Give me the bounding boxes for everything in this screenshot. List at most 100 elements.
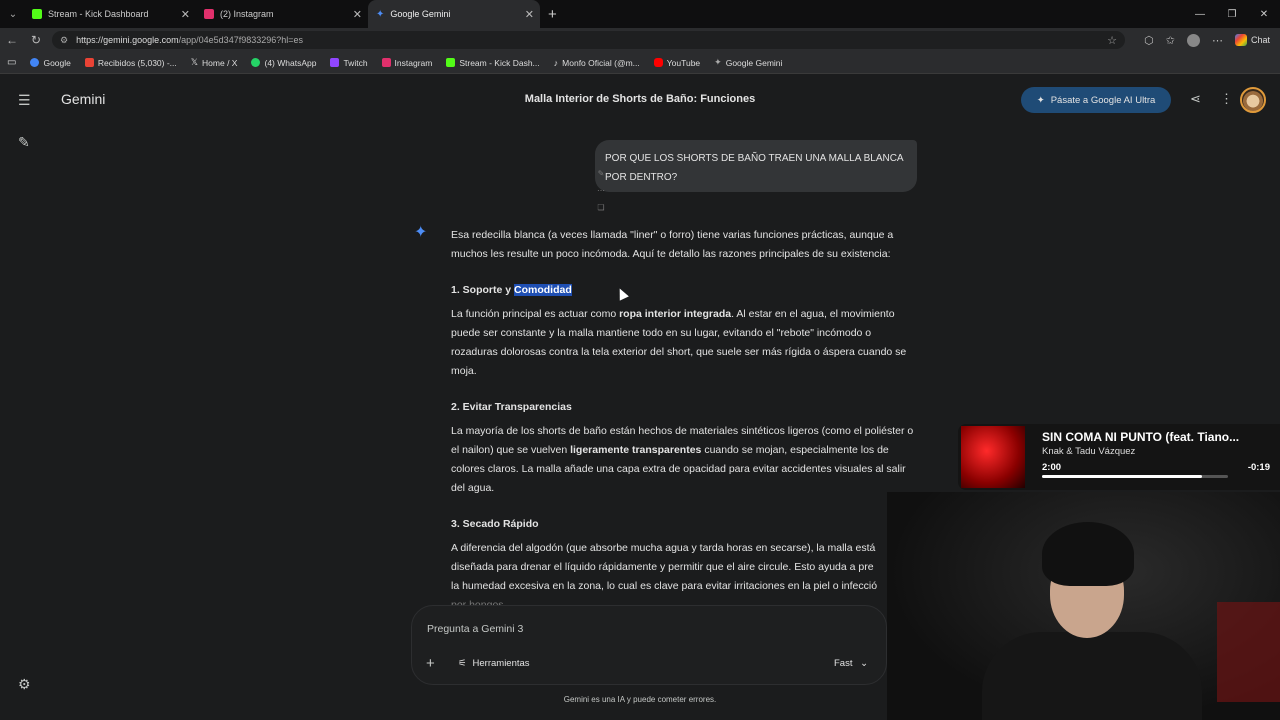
now-playing-overlay: SIN COMA NI PUNTO (feat. Tiano... Knak &… [958,424,1280,490]
new-chat-icon[interactable]: ✎ [18,134,30,151]
tab-label: (2) Instagram [220,9,274,19]
minimize-icon[interactable]: — [1184,0,1216,28]
bookmark-label: Google Gemini [725,57,783,68]
track-artist: Knak & Tadu Vázquez [1042,446,1136,457]
profile-icon[interactable] [1186,33,1200,47]
close-tab-icon[interactable]: ✕ [525,8,534,21]
settings-icon[interactable]: ⚙ [18,676,31,693]
url-field[interactable]: ⚙ https://gemini.google.com/app/04e5d347… [52,31,1125,49]
section-heading-2: 2. Evitar Transparencias [451,401,572,413]
prompt-input-box[interactable]: Pregunta a Gemini 3 + ⚟ Herramientas Fas… [411,605,887,685]
bookmark-gmail[interactable]: Recibidos (5,030) -... [78,58,184,68]
response-body: Esa redecilla blanca (a veces llamada "l… [451,226,915,615]
tools-icon: ⚟ [458,658,467,669]
para-text: la humedad excesiva en la zona, lo cual … [451,580,878,592]
gemini-spark-icon: ✦ [414,224,428,241]
kick-icon [446,58,456,67]
favorites-icon[interactable]: ✩ [1166,34,1175,47]
bookmark-label: Home / X [202,57,238,68]
bookmark-tiktok[interactable]: ♪ Monfo Oficial (@m... [547,58,647,68]
kick-icon [32,9,42,19]
spark-icon: ✦ [1036,94,1045,106]
bookmark-label: Recibidos (5,030) -... [97,57,177,68]
site-info-icon[interactable]: ⚙ [60,35,68,46]
url-host: https://gemini.google.com [76,35,179,45]
elapsed-time: 2:00 [1042,462,1062,473]
chat-button[interactable]: Chat [1234,34,1270,46]
section-heading-3: 3. Secado Rápido [451,518,539,530]
tiktok-icon: ♪ [553,57,559,68]
bookmark-twitch[interactable]: Twitch [323,58,374,68]
bookmark-google[interactable]: Google [23,58,77,68]
section-paragraph-1: La función principal es actuar como ropa… [451,305,915,381]
back-icon[interactable]: ← [0,33,24,47]
track-title: SIN COMA NI PUNTO (feat. Tiano... [1042,430,1240,444]
para-bold: ligeramente transparentes [570,444,702,456]
google-icon [30,58,40,67]
toolbar-right: ⬡ ✩ ⋯ Chat [1144,33,1270,47]
model-selector[interactable]: Fast ⌄ [834,658,868,669]
bookmark-gemini[interactable]: ✦ Google Gemini [707,57,789,68]
person-hair [1042,522,1134,586]
window-controls: — ❐ ✕ [1184,0,1280,28]
track-progress [1042,475,1228,478]
tools-label: Herramientas [472,658,530,669]
tools-button[interactable]: ⚟ Herramientas [458,658,530,669]
section-heading-1: 1. Soporte y Comodidad [451,281,915,300]
side-rail: ☰ ✎ ⚙ [0,75,52,720]
prompt-input[interactable]: Pregunta a Gemini 3 [427,623,523,635]
bookmarks-bar: ▭ Google Recibidos (5,030) -... 𝕏 Home / … [0,52,1280,74]
bookmark-youtube[interactable]: YouTube [647,58,707,68]
twitch-icon [330,58,340,67]
instagram-icon [381,58,391,67]
more-options-icon[interactable]: ⋯ [1212,34,1223,47]
bookmark-star-icon[interactable]: ☆ [1107,34,1117,47]
new-tab-icon[interactable]: + [548,6,557,23]
close-tab-icon[interactable]: ✕ [181,8,190,21]
response-intro: Esa redecilla blanca (a veces llamada "l… [451,229,894,260]
edit-icon[interactable]: ✎ [598,169,605,178]
close-window-icon[interactable]: ✕ [1248,0,1280,28]
bookmark-kick[interactable]: Stream - Kick Dash... [439,58,546,68]
bookmark-whatsapp[interactable]: (4) WhatsApp [244,58,323,68]
bookmark-x[interactable]: 𝕏 Home / X [184,57,245,68]
share-icon[interactable]: ⋖ [1190,91,1201,107]
background-blanket [1217,602,1280,702]
person-body [982,632,1202,720]
reading-list-icon[interactable]: ▭ [0,57,23,68]
selected-text: Comodidad [514,284,572,296]
x-icon: 𝕏 [190,57,199,67]
gmail-icon [84,58,94,67]
restore-icon[interactable]: ❐ [1216,0,1248,28]
gemini-icon: ✦ [376,8,385,20]
avatar[interactable] [1240,87,1266,113]
youtube-icon [653,58,663,67]
tab-gemini[interactable]: ✦ Google Gemini ✕ [368,0,540,28]
section-paragraph-3: A diferencia del algodón (que absorbe mu… [451,539,915,615]
extensions-icon[interactable]: ⬡ [1144,34,1154,47]
upgrade-button[interactable]: ✦ Pásate a Google AI Ultra [1021,87,1171,113]
tab-instagram[interactable]: (2) Instagram ✕ [196,0,368,28]
para-text: La función principal es actuar como [451,308,620,320]
browser-tab-bar: ⌄ Stream - Kick Dashboard ✕ (2) Instagra… [0,0,1280,28]
bookmark-label: Instagram [394,57,433,68]
copy-icon[interactable]: ❏ [597,203,604,212]
bookmark-label: Stream - Kick Dash... [459,57,540,68]
instagram-icon [204,9,214,19]
chevron-down-icon: ⌄ [860,658,869,669]
close-tab-icon[interactable]: ✕ [353,8,362,21]
reload-icon[interactable]: ↻ [24,33,48,47]
bookmark-label: Monfo Oficial (@m... [562,57,640,68]
heading-text: 1. Soporte y [451,284,515,296]
more-vert-icon[interactable]: ⋮ [1220,91,1233,107]
para-text: A diferencia del algodón (que absorbe mu… [451,542,876,573]
bookmark-label: (4) WhatsApp [264,57,317,68]
add-attachment-icon[interactable]: + [426,655,435,672]
tab-search-icon[interactable]: ⌄ [2,3,24,25]
bookmark-instagram[interactable]: Instagram [375,58,440,68]
tab-kick[interactable]: Stream - Kick Dashboard ✕ [24,0,196,28]
more-icon[interactable]: ⋯ [597,186,605,195]
prompt-actions: ✎ ⋯ ❏ [594,169,608,212]
url-path: /app/04e5d347f9833296?hl=es [178,35,304,45]
track-progress-fill [1042,475,1202,478]
